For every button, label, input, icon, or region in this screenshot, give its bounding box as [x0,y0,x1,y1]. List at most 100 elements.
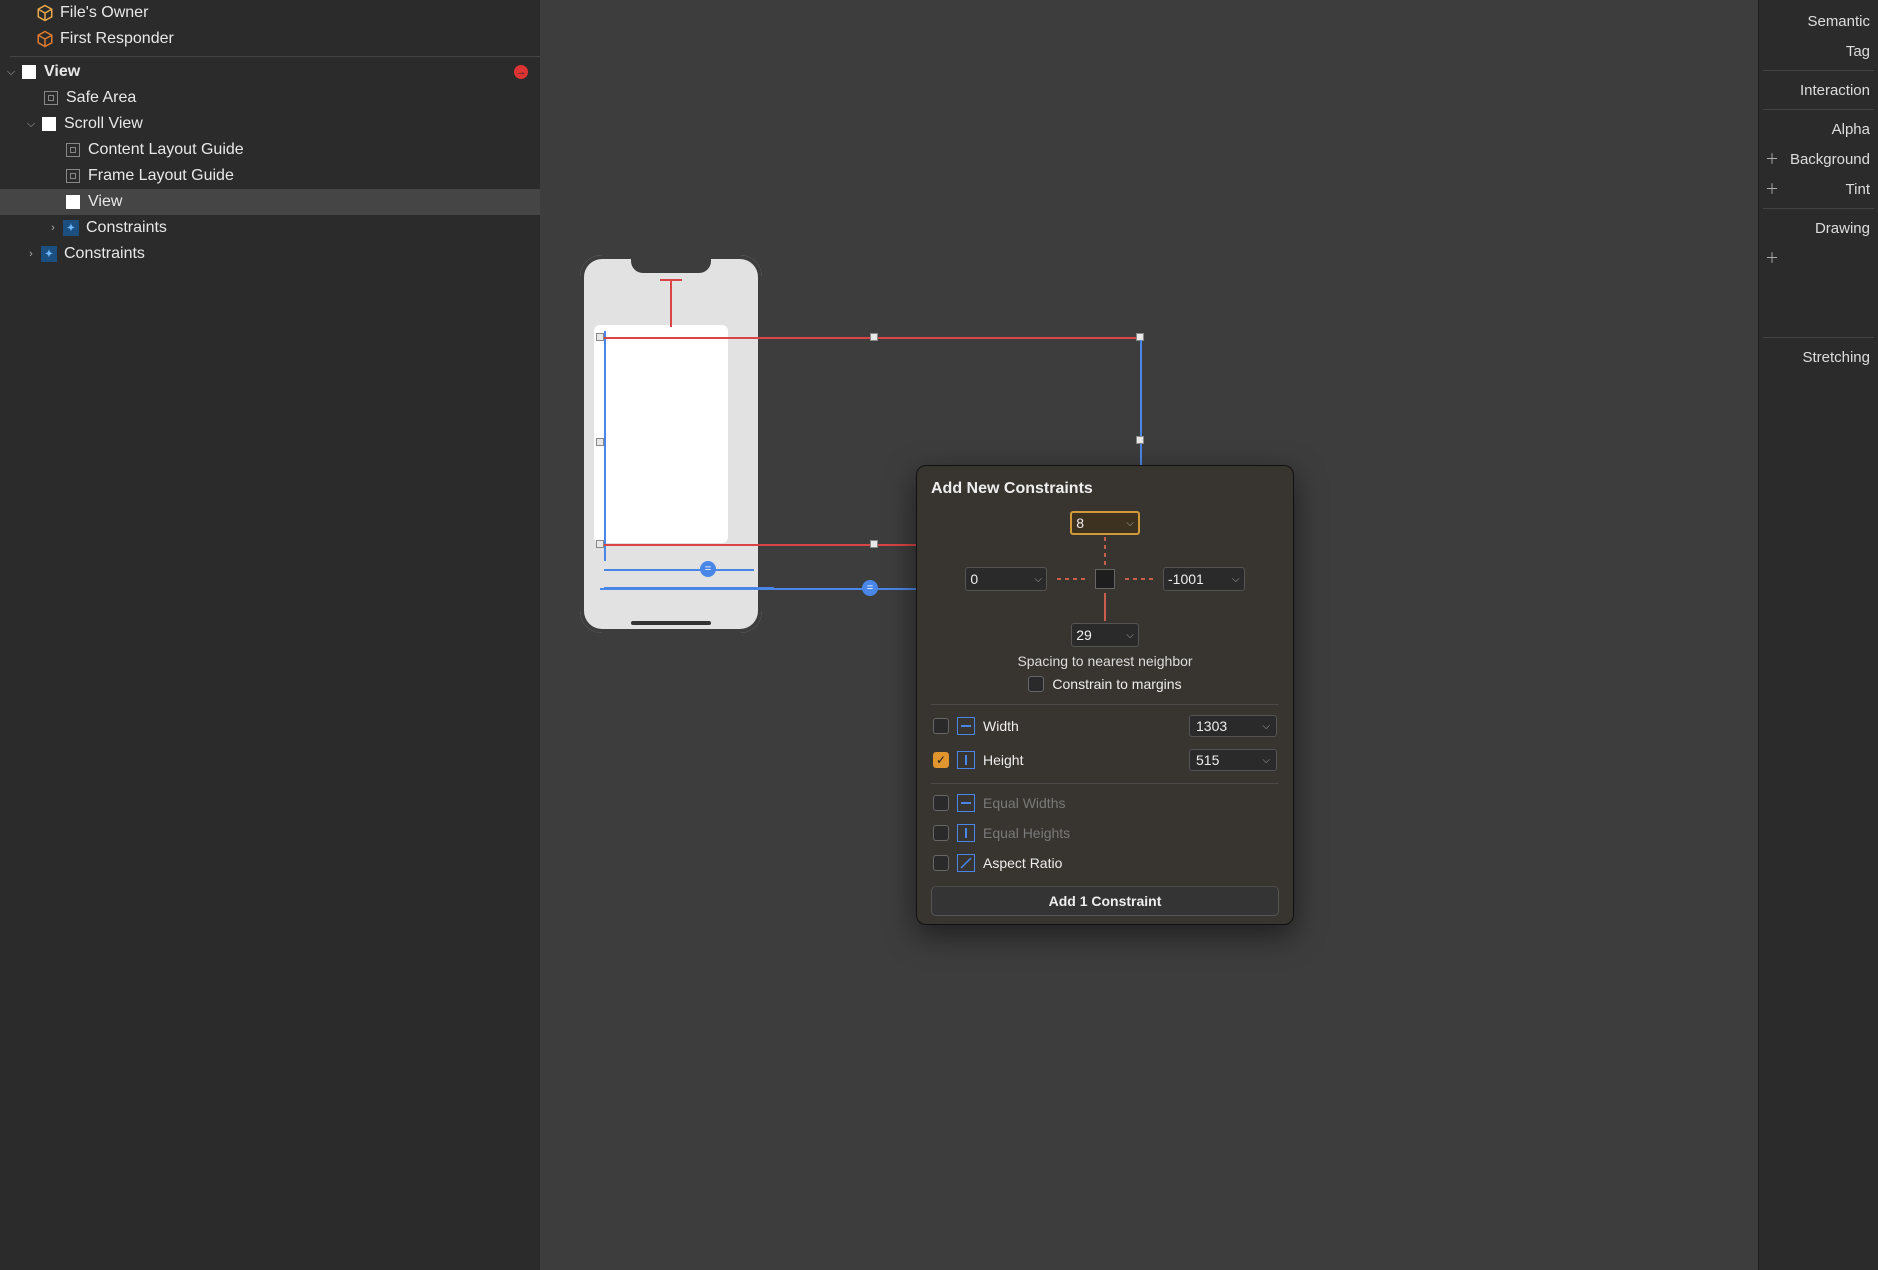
disclosure-right-icon[interactable]: › [46,222,60,234]
error-badge-icon[interactable]: → [514,65,528,79]
width-value-input[interactable]: 1303 ⌵ [1189,715,1277,737]
chevron-down-icon[interactable]: ⌵ [1262,755,1270,766]
selected-view[interactable] [594,325,728,543]
constraint-line [604,331,606,561]
constraint-line [604,569,754,571]
add-constraints-popover: Add New Constraints ⌵ ⌵ ⌵ ⌵ Spacing to n… [916,465,1294,925]
resize-handle[interactable] [596,333,604,341]
view-icon [64,193,82,211]
inspector-background[interactable]: ＋ Background [1759,144,1878,174]
chevron-down-icon[interactable]: ⌵ [1232,574,1240,585]
equal-heights-label: Equal Heights [983,825,1277,841]
resize-handle[interactable] [596,540,604,548]
separator [1763,70,1874,71]
top-spacing-field[interactable] [1076,515,1124,531]
right-spacing-input[interactable]: ⌵ [1163,567,1245,591]
outline-scroll-view[interactable]: ⌵ Scroll View [0,111,540,137]
plus-icon[interactable]: ＋ [1765,248,1779,268]
resize-handle[interactable] [870,540,878,548]
constrain-margins-checkbox[interactable] [1028,676,1044,692]
constraints-icon: ✦ [62,219,80,237]
constraints-icon: ✦ [40,245,58,263]
outline-label: First Responder [60,30,174,48]
strut-right[interactable] [1125,578,1153,580]
outline-frame-guide[interactable]: Frame Layout Guide [0,163,540,189]
inspector-drawing[interactable]: Drawing [1759,213,1878,243]
width-checkbox[interactable] [933,718,949,734]
left-spacing-field[interactable] [970,571,1032,587]
chevron-down-icon[interactable]: ⌵ [1126,518,1134,529]
inspector-stretching[interactable]: Stretching [1759,342,1878,372]
disclosure-down-icon[interactable]: ⌵ [4,66,18,79]
chevron-down-icon[interactable]: ⌵ [1262,721,1270,732]
disclosure-down-icon[interactable]: ⌵ [24,118,38,131]
view-icon [40,115,58,133]
outline-label: View [44,63,80,81]
right-spacing-field[interactable] [1168,571,1230,587]
aspect-ratio-icon [957,854,975,872]
add-constraint-button[interactable]: Add 1 Constraint [931,886,1279,916]
add-constraint-label: Add 1 Constraint [1049,893,1162,909]
constrain-margins-label: Constrain to margins [1052,676,1181,692]
strut-top[interactable] [1104,537,1106,565]
bottom-spacing-field[interactable] [1076,627,1124,643]
width-icon [957,717,975,735]
disclosure-right-icon[interactable]: › [24,248,38,260]
separator [10,56,540,57]
equal-heights-checkbox[interactable] [933,825,949,841]
outline-constraints-outer[interactable]: › ✦ Constraints [0,241,540,267]
outline-label: Scroll View [64,115,143,133]
height-value: 515 [1196,752,1219,768]
equal-widths-checkbox[interactable] [933,795,949,811]
outline-inner-view[interactable]: View [0,189,540,215]
aspect-ratio-checkbox[interactable] [933,855,949,871]
plus-icon[interactable]: ＋ [1765,179,1779,199]
spacing-caption: Spacing to nearest neighbor [1017,653,1192,669]
chevron-down-icon[interactable]: ⌵ [1034,574,1042,585]
equal-widths-label: Equal Widths [983,795,1277,811]
inspector-tag[interactable]: Tag [1759,36,1878,66]
outline-safe-area[interactable]: Safe Area [0,85,540,111]
outline-first-responder[interactable]: First Responder [0,26,540,52]
constraint-line [600,588,930,590]
inspector-label: Tint [1846,181,1870,198]
plus-icon[interactable]: ＋ [1765,149,1779,169]
outline-label: Content Layout Guide [88,141,244,159]
outline-label: Constraints [64,245,145,263]
strut-left[interactable] [1057,578,1085,580]
resize-handle[interactable] [870,333,878,341]
guide-icon [64,167,82,185]
inspector-alpha[interactable]: Alpha [1759,114,1878,144]
strut-bottom[interactable] [1104,593,1106,621]
height-checkbox[interactable]: ✓ [933,752,949,768]
inspector-label: Background [1790,151,1870,168]
inspector-label: Drawing [1815,220,1870,237]
outline-content-guide[interactable]: Content Layout Guide [0,137,540,163]
aspect-ratio-label: Aspect Ratio [983,855,1277,871]
height-value-input[interactable]: 515 ⌵ [1189,749,1277,771]
device-frame: = [580,255,762,633]
chevron-down-icon[interactable]: ⌵ [1126,630,1134,641]
inspector-label: Interaction [1800,82,1870,99]
equal-widths-icon [957,794,975,812]
resize-handle[interactable] [1136,436,1144,444]
pin-center-box [1095,569,1115,589]
cube-icon [36,4,54,22]
outline-label: Safe Area [66,89,136,107]
top-spacing-input[interactable]: ⌵ [1070,511,1140,535]
resize-handle[interactable] [596,438,604,446]
inspector-tint[interactable]: ＋ Tint [1759,174,1878,204]
inspector-label: Alpha [1832,121,1870,138]
inspector-plus[interactable]: ＋ [1759,243,1878,273]
inspector-interaction[interactable]: Interaction [1759,75,1878,105]
bottom-spacing-input[interactable]: ⌵ [1071,623,1139,647]
width-value: 1303 [1196,718,1227,734]
outline-files-owner[interactable]: File's Owner [0,0,540,26]
outline-label: Frame Layout Guide [88,167,234,185]
outline-constraints-inner[interactable]: › ✦ Constraints [0,215,540,241]
left-spacing-input[interactable]: ⌵ [965,567,1047,591]
inspector-semantic[interactable]: Semantic [1759,6,1878,36]
guide-icon [64,141,82,159]
outline-view-root[interactable]: ⌵ View → [0,59,540,85]
guide-icon [42,89,60,107]
